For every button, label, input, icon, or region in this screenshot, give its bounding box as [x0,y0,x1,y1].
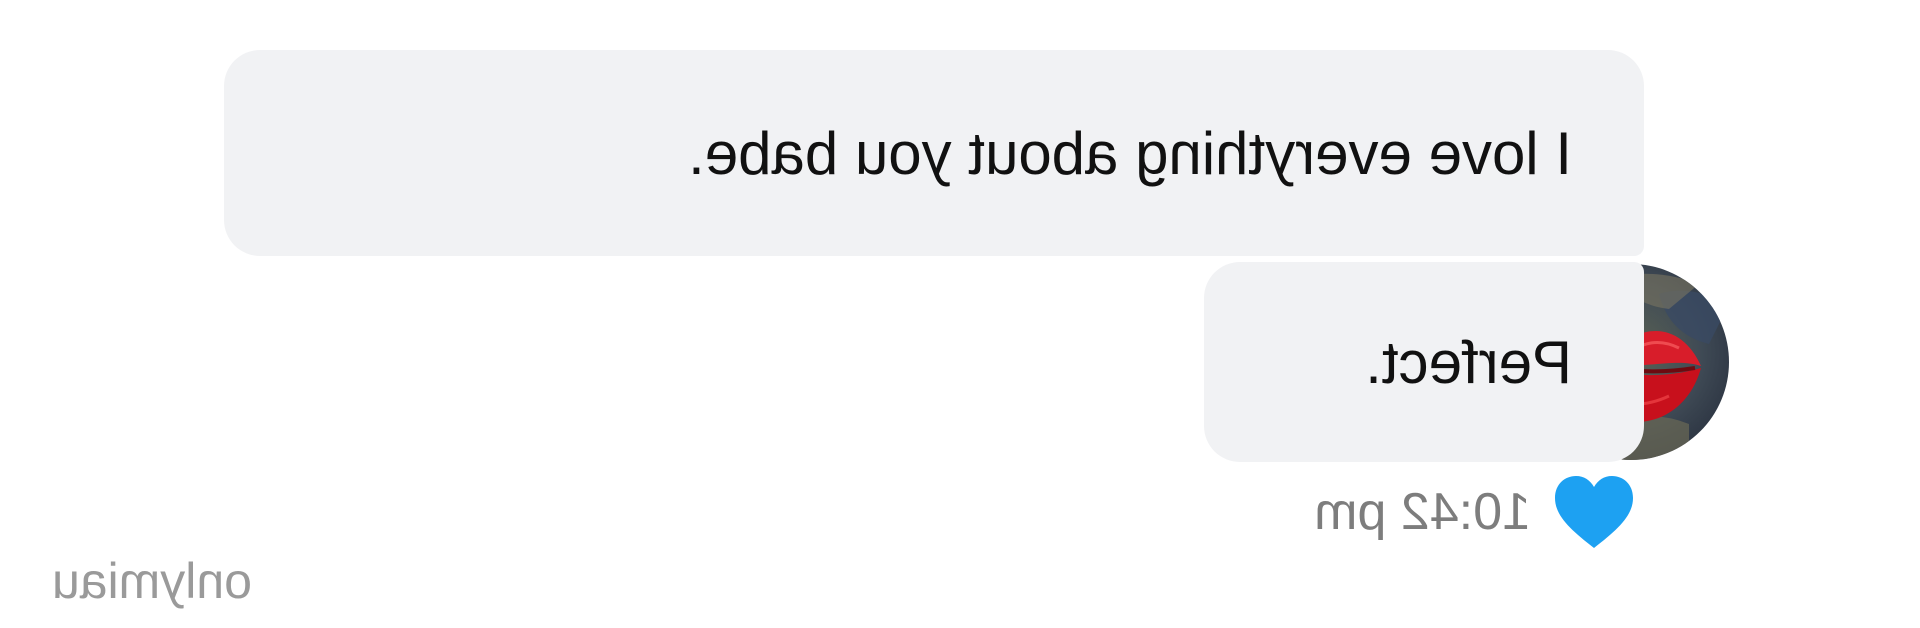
watermark: onlymiau [51,553,252,609]
message-meta: 10:42 pm [1314,472,1637,552]
chat-screenshot: I love everything about you babe. Perfec… [0,0,1920,628]
heart-icon[interactable] [1551,472,1637,552]
message-bubble[interactable]: I love everything about you babe. [224,50,1644,256]
timestamp: 10:42 pm [1314,483,1531,541]
message-bubble[interactable]: Perfect. [1204,262,1644,462]
message-text: I love everything about you babe. [688,119,1572,187]
message-text: Perfect. [1365,328,1572,396]
